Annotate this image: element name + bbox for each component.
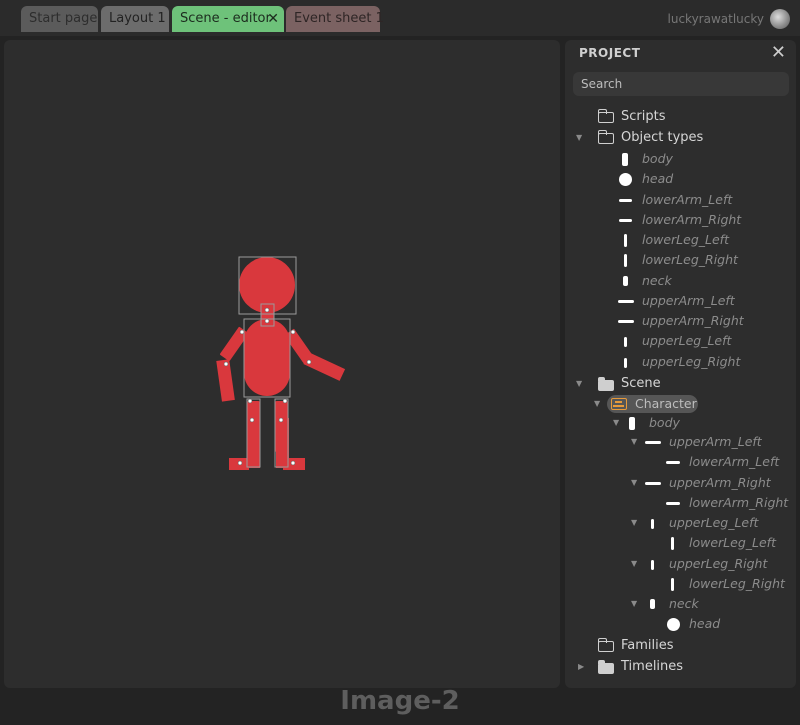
expanded-arrow-icon[interactable]: ▼: [631, 594, 637, 614]
origin-marker: [247, 398, 253, 404]
object-type-label: upperLeg_Right: [642, 354, 741, 369]
object-type-label: lowerLeg_Left: [642, 232, 729, 247]
sprite-icon: [619, 219, 632, 222]
expanded-arrow-icon[interactable]: ▼: [594, 399, 600, 408]
object-type-label: upperLeg_Left: [642, 333, 732, 348]
sprite-icon: [671, 578, 674, 591]
character-figure: [216, 256, 346, 470]
object-type-label: body: [642, 151, 673, 166]
tab-scene-editor[interactable]: Scene - editor ✕: [172, 6, 284, 32]
scene-node-label: lowerLeg_Left: [689, 535, 776, 550]
scene-editor-canvas[interactable]: [4, 40, 560, 688]
folder-label: Object types: [621, 130, 704, 145]
expanded-arrow-icon[interactable]: ▼: [613, 413, 619, 433]
sprite-icon: [618, 320, 634, 323]
origin-marker: [237, 460, 243, 466]
tab-start-page[interactable]: Start page: [21, 6, 98, 32]
scene-node-label: upperArm_Right: [669, 475, 771, 490]
arm-lower-right: [303, 352, 346, 381]
sprite-icon: [645, 441, 661, 444]
tab-label: Start page: [29, 11, 98, 26]
tab-layout-1[interactable]: Layout 1: [101, 6, 169, 32]
sprite-icon: [624, 254, 627, 267]
origin-marker: [264, 307, 270, 313]
sprite-icon: [619, 199, 632, 202]
expanded-arrow-icon[interactable]: ▼: [631, 432, 637, 452]
panel-title: PROJECT: [579, 46, 641, 60]
sprite-icon: [629, 417, 635, 430]
collapsed-arrow-icon[interactable]: ▶: [578, 657, 584, 677]
avatar[interactable]: [770, 9, 790, 29]
sprite-icon: [624, 234, 627, 247]
sprite-icon: [666, 461, 680, 464]
tab-bar: Start page Layout 1 Scene - editor ✕ Even…: [0, 0, 800, 36]
torso: [244, 319, 290, 396]
expanded-arrow-icon[interactable]: ▼: [576, 374, 582, 394]
folder-icon: [598, 660, 614, 674]
origin-marker: [290, 460, 296, 466]
scene-node-label: lowerArm_Left: [689, 454, 780, 469]
object-type-label: lowerLeg_Right: [642, 252, 738, 267]
scene-node-label: lowerLeg_Right: [689, 576, 785, 591]
character-label: Character: [635, 396, 697, 411]
object-type-label: upperArm_Left: [642, 293, 735, 308]
tab-label: Layout 1: [109, 11, 166, 26]
sprite-icon: [645, 482, 661, 485]
sprite-icon: [624, 358, 627, 368]
tab-label: Scene - editor: [180, 11, 271, 26]
sprite-icon: [623, 276, 628, 286]
sprite-icon: [651, 519, 654, 529]
folder-icon: [598, 377, 614, 391]
folder-icon: [597, 130, 614, 144]
tab-label: Event sheet 1: [294, 11, 384, 26]
sprite-icon: [650, 599, 655, 609]
object-type-label: neck: [642, 273, 672, 288]
expanded-arrow-icon[interactable]: ▼: [631, 473, 637, 493]
sprite-icon: [651, 560, 654, 570]
object-type-label: lowerArm_Left: [642, 192, 733, 207]
search-input[interactable]: [573, 72, 789, 96]
object-type-label: upperArm_Right: [642, 313, 744, 328]
object-type-label: lowerArm_Right: [642, 212, 742, 227]
folder-label: Scripts: [621, 109, 666, 124]
origin-marker: [239, 329, 245, 335]
scene-node-label: upperArm_Left: [669, 434, 762, 449]
close-icon[interactable]: ✕: [267, 6, 279, 32]
sprite-icon: [667, 618, 680, 631]
origin-marker: [282, 398, 288, 404]
scene-node-label: head: [689, 616, 721, 631]
scene-node-label: body: [649, 415, 680, 430]
username: luckyrawatlucky: [667, 12, 764, 26]
origin-marker: [223, 361, 229, 367]
sprite-icon: [622, 153, 628, 166]
close-icon[interactable]: ✕: [771, 42, 786, 63]
origin-marker: [278, 417, 284, 423]
origin-marker: [290, 329, 296, 335]
scene-node-label: neck: [669, 596, 699, 611]
folder-label: Families: [621, 638, 674, 653]
scene-node-label: lowerArm_Right: [689, 495, 789, 510]
character-icon: [611, 398, 627, 410]
folder-icon: [597, 638, 614, 652]
scene-node-label: upperLeg_Left: [669, 515, 759, 530]
sprite-icon: [624, 337, 627, 347]
sprite-icon: [666, 502, 680, 505]
scene-node-label: upperLeg_Right: [669, 556, 768, 571]
expanded-arrow-icon[interactable]: ▼: [576, 128, 582, 148]
folder-icon: [597, 109, 614, 123]
tab-event-sheet-1[interactable]: Event sheet 1: [286, 6, 384, 32]
folder-label: Timelines: [621, 659, 684, 674]
sprite-icon: [671, 537, 674, 550]
folder-label: Scene: [621, 376, 661, 391]
origin-marker: [264, 318, 270, 324]
object-type-label: head: [642, 171, 674, 186]
origin-marker: [306, 359, 312, 365]
image-caption: Image-2: [340, 686, 460, 716]
character-node[interactable]: Character: [607, 395, 698, 413]
sprite-icon: [618, 300, 634, 303]
sprite-icon: [619, 173, 632, 186]
origin-marker: [249, 417, 255, 423]
expanded-arrow-icon[interactable]: ▼: [631, 513, 637, 533]
expanded-arrow-icon[interactable]: ▼: [631, 554, 637, 574]
